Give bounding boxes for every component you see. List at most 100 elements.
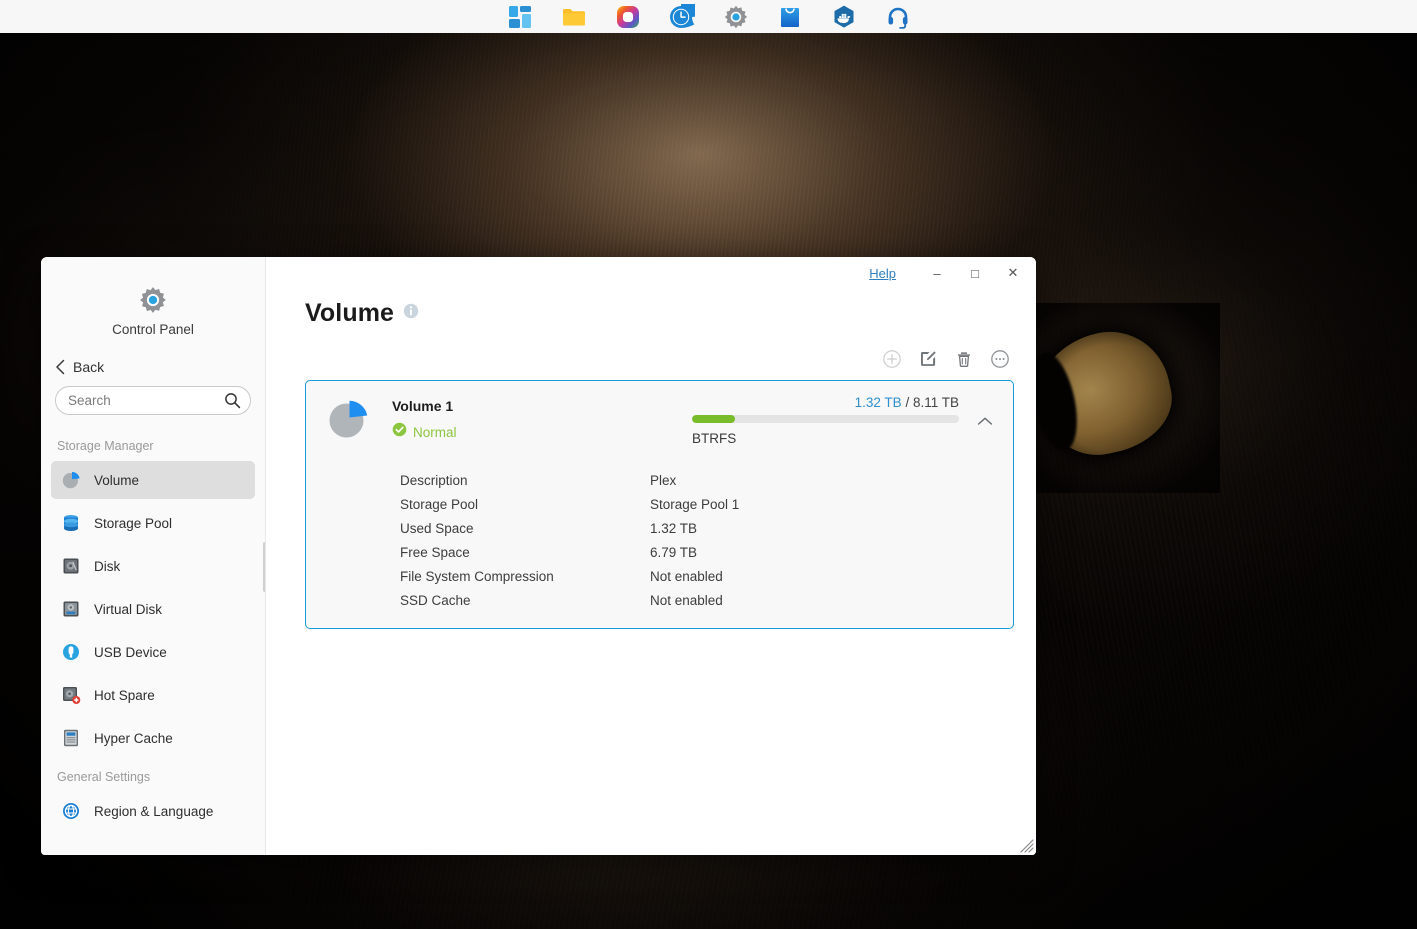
control-panel-label: Control Panel — [41, 322, 265, 337]
nav-group-title-storage-manager: Storage Manager — [41, 431, 265, 461]
back-button[interactable]: Back — [41, 337, 265, 375]
window-body: Control Panel Back — [41, 257, 1036, 855]
sidebar-item-volume[interactable]: Volume — [51, 461, 255, 499]
edit-volume-button[interactable] — [917, 348, 939, 370]
detail-value: Plex — [650, 473, 676, 488]
window-close-button[interactable]: ✕ — [994, 258, 1032, 288]
sidebar-item-label: Region & Language — [94, 804, 213, 819]
search-input[interactable] — [56, 387, 250, 414]
sidebar-item-region-language[interactable]: Region & Language — [51, 792, 255, 830]
virtual-disk-icon — [60, 598, 82, 620]
volume-total-display: 8.11 TB — [913, 395, 959, 410]
hot-spare-icon — [60, 684, 82, 706]
add-volume-button[interactable] — [881, 348, 903, 370]
sidebar-item-label: Volume — [94, 473, 139, 488]
detail-key: Storage Pool — [322, 497, 650, 512]
detail-key: Free Space — [322, 545, 650, 560]
volume-filesystem: BTRFS — [692, 431, 997, 446]
volume-usage: 1.32 TB / 8.11 TB BTRFS — [692, 395, 997, 446]
volume-details: Description Plex Storage Pool Storage Po… — [322, 468, 997, 612]
sidebar-item-hot-spare[interactable]: Hot Spare — [51, 676, 255, 714]
window-minimize-button[interactable]: – — [918, 258, 956, 288]
support-headset-icon[interactable] — [884, 3, 912, 31]
more-actions-button[interactable] — [989, 348, 1011, 370]
photos-icon[interactable] — [614, 3, 642, 31]
volume-status-text: Normal — [413, 425, 457, 440]
page-title: Volume — [305, 299, 394, 328]
sidebar-item-label: Hyper Cache — [94, 731, 173, 746]
main-content: Volume — [266, 257, 1036, 855]
check-circle-icon — [392, 422, 407, 442]
detail-value: 1.32 TB — [650, 521, 697, 536]
file-station-folder-icon[interactable] — [560, 3, 588, 31]
volume-name: Volume 1 — [392, 398, 692, 414]
detail-key: Used Space — [322, 521, 650, 536]
detail-value: Not enabled — [650, 569, 723, 584]
chevron-left-icon — [55, 359, 66, 375]
sidebar-item-label: Virtual Disk — [94, 602, 162, 617]
volume-identity: Volume 1 Normal — [392, 395, 692, 442]
storage-pool-icon — [60, 512, 82, 534]
sidebar-item-hyper-cache[interactable]: Hyper Cache — [51, 719, 255, 757]
detail-row: Description Plex — [322, 468, 997, 492]
volume-usage-separator: / — [905, 395, 909, 410]
detail-row: SSD Cache Not enabled — [322, 588, 997, 612]
usb-device-icon — [60, 641, 82, 663]
detail-value: Storage Pool 1 — [650, 497, 739, 512]
globe-icon — [60, 800, 82, 822]
detail-row: Storage Pool Storage Pool 1 — [322, 492, 997, 516]
package-center-icon[interactable] — [776, 3, 804, 31]
detail-value: Not enabled — [650, 593, 723, 608]
disk-icon — [60, 555, 82, 577]
volume-usage-bar-track — [692, 415, 959, 423]
window-titlebar: Help – □ ✕ — [869, 257, 1036, 289]
volume-usage-summary: 1.32 TB / 8.11 TB — [692, 395, 997, 410]
volume-status: Normal — [392, 422, 692, 442]
volume-pie-icon — [60, 469, 82, 491]
window-maximize-button[interactable]: □ — [956, 258, 994, 288]
info-icon[interactable] — [403, 303, 419, 324]
nav-group-title-general-settings: General Settings — [41, 762, 265, 792]
detail-value: 6.79 TB — [650, 545, 697, 560]
sidebar-item-virtual-disk[interactable]: Virtual Disk — [51, 590, 255, 628]
detail-key: Description — [322, 473, 650, 488]
help-link[interactable]: Help — [869, 266, 896, 281]
volume-usage-pie-icon — [326, 397, 370, 441]
detail-row: Free Space 6.79 TB — [322, 540, 997, 564]
detail-row: File System Compression Not enabled — [322, 564, 997, 588]
search-icon[interactable] — [224, 392, 241, 414]
volume-card[interactable]: Volume 1 Normal — [305, 380, 1014, 629]
control-panel-gear-icon — [41, 285, 265, 315]
detail-key: File System Compression — [322, 569, 650, 584]
back-label: Back — [73, 359, 104, 375]
sidebar: Control Panel Back — [41, 257, 266, 855]
window-resize-grip[interactable] — [1020, 839, 1034, 853]
sidebar-item-disk[interactable]: Disk — [51, 547, 255, 585]
detail-row: Used Space 1.32 TB — [322, 516, 997, 540]
sidebar-item-label: Disk — [94, 559, 120, 574]
search-wrapper — [41, 375, 265, 415]
sidebar-item-storage-pool[interactable]: Storage Pool — [51, 504, 255, 542]
chevron-up-icon[interactable] — [973, 409, 997, 433]
hyper-cache-icon — [60, 727, 82, 749]
sidebar-nav: Storage Manager Volume — [41, 431, 265, 855]
sidebar-item-label: Storage Pool — [94, 516, 172, 531]
volume-usage-bar-fill — [692, 415, 735, 423]
page-title-row: Volume — [305, 299, 1014, 328]
detail-key: SSD Cache — [322, 593, 650, 608]
volume-toolbar — [305, 348, 1014, 370]
sidebar-item-label: Hot Spare — [94, 688, 155, 703]
docker-icon[interactable] — [830, 3, 858, 31]
synology-dsm-icon[interactable] — [506, 3, 534, 31]
control-panel-window: Help – □ ✕ Control Panel — [41, 257, 1036, 855]
volume-card-header: Volume 1 Normal — [322, 395, 997, 446]
taskbar — [0, 0, 1417, 33]
volume-used-display: 1.32 TB — [855, 395, 902, 410]
search-box[interactable] — [55, 386, 251, 415]
clock-icon[interactable] — [668, 3, 696, 31]
sidebar-item-label: USB Device — [94, 645, 167, 660]
control-panel-brand: Control Panel — [41, 257, 265, 337]
delete-volume-button[interactable] — [953, 348, 975, 370]
sidebar-item-usb-device[interactable]: USB Device — [51, 633, 255, 671]
control-panel-gear-icon[interactable] — [722, 3, 750, 31]
